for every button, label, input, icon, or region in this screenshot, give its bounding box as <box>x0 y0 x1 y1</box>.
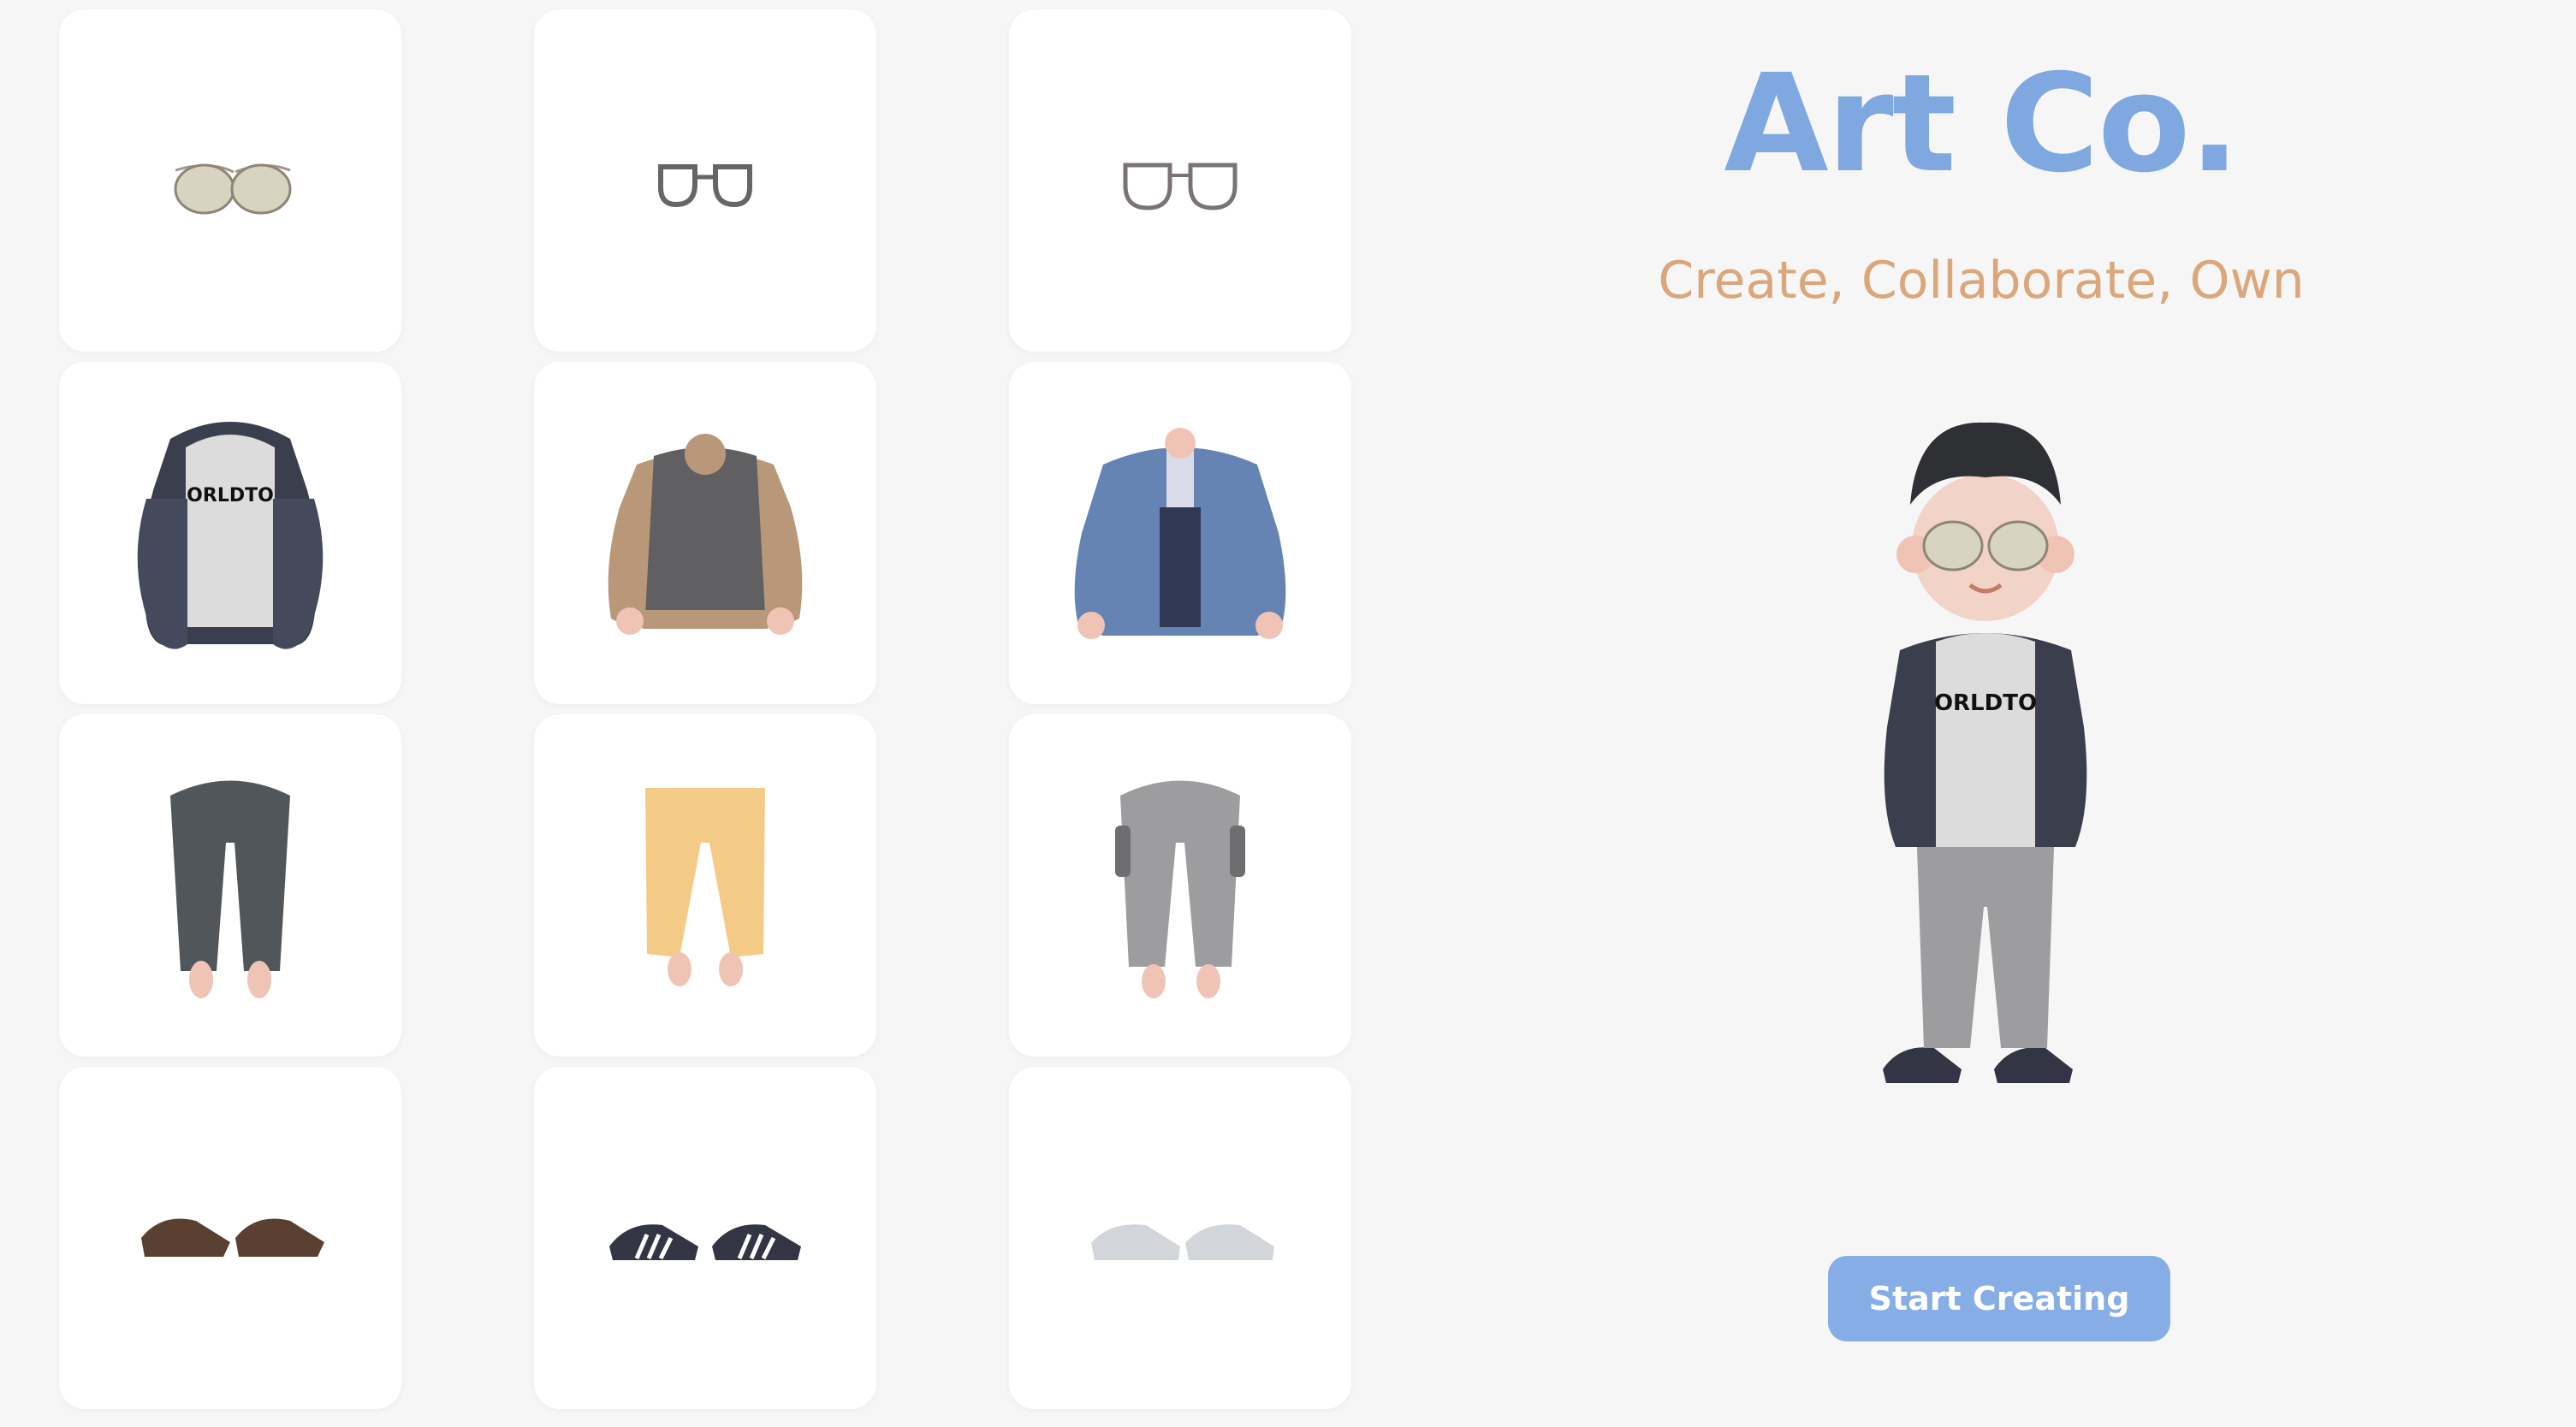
hoodie-print-text: ORLDTO <box>187 485 274 506</box>
item-card-square-glasses[interactable] <box>534 9 876 352</box>
avatar-preview: ORLDTO <box>1883 422 2087 1083</box>
item-card-charcoal-trousers[interactable] <box>59 714 401 1057</box>
item-grid: ORLDTO <box>0 0 1386 1427</box>
striped-sneakers-icon <box>609 1224 801 1260</box>
item-card-striped-sneakers[interactable] <box>534 1067 876 1409</box>
item-card-grey-cargo-pants[interactable] <box>1009 714 1351 1057</box>
item-card-square-glasses-grey[interactable] <box>1009 9 1351 352</box>
grey-sneakers-icon <box>1091 1224 1274 1260</box>
item-card-aviator-glasses[interactable] <box>59 9 401 352</box>
item-card-grey-sneakers[interactable] <box>1009 1067 1351 1409</box>
app-title: Art Co. <box>1724 45 2240 203</box>
avatar-shoes <box>1883 1047 1962 1083</box>
item-card-sweater-vest[interactable] <box>534 362 876 704</box>
start-creating-button[interactable]: Start Creating <box>1828 1256 2170 1341</box>
charcoal-trousers-icon <box>170 780 290 998</box>
blue-blazer-icon <box>1074 428 1286 639</box>
aviator-glasses-icon <box>174 163 292 215</box>
hoodie-jacket-icon: ORLDTO <box>137 422 323 649</box>
avatar-shirt-print: ORLDTO <box>1934 690 2037 716</box>
brown-shoes-icon <box>141 1218 324 1257</box>
item-card-blue-blazer[interactable] <box>1009 362 1351 704</box>
square-glasses-grey-icon <box>1123 163 1238 210</box>
item-card-brown-shoes[interactable] <box>59 1067 401 1409</box>
item-card-hoodie-jacket[interactable]: ORLDTO <box>59 362 401 704</box>
item-card-yellow-trousers[interactable] <box>534 714 876 1057</box>
sweater-vest-icon <box>608 434 803 635</box>
yellow-trousers-icon <box>645 788 765 986</box>
grey-cargo-pants-icon <box>1115 780 1245 998</box>
avatar-pants <box>1917 847 2054 1048</box>
avatar-glasses <box>1922 520 1984 571</box>
square-glasses-icon <box>658 164 752 208</box>
app-tagline: Create, Collaborate, Own <box>1658 251 2305 311</box>
